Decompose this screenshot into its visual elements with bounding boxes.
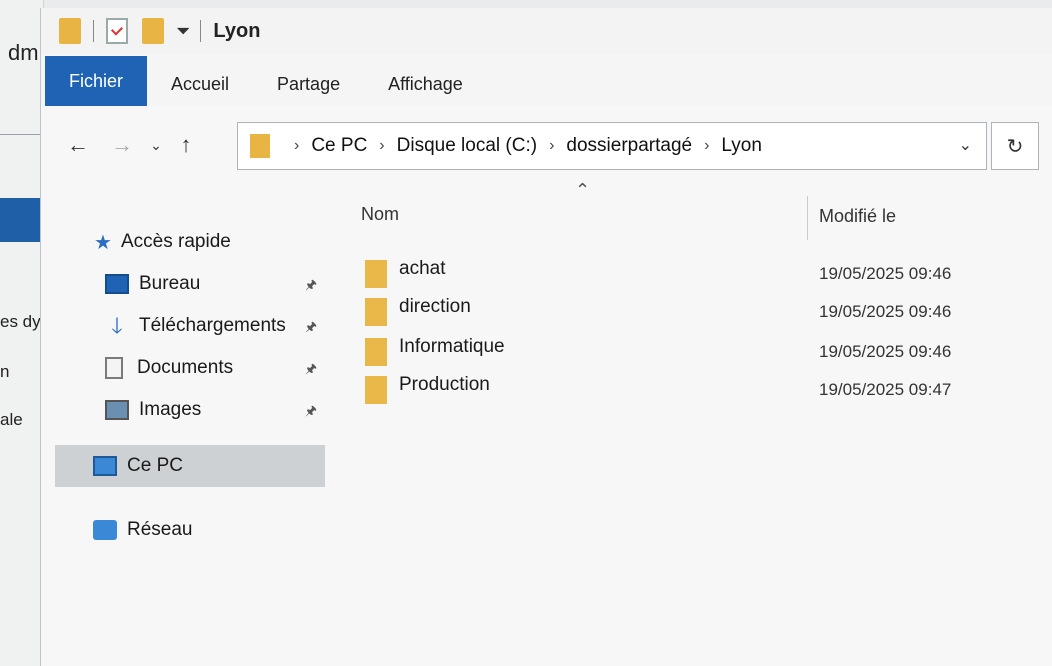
title-bar: ⏷ Lyon	[41, 8, 1052, 54]
download-icon: 🡓	[111, 313, 123, 338]
column-divider[interactable]	[807, 196, 808, 240]
star-icon: ★	[94, 231, 112, 254]
nav-item-telechargements[interactable]: 🡓 Téléchargements	[105, 310, 286, 342]
chevron-right-icon[interactable]: ›	[294, 137, 299, 155]
network-icon	[93, 520, 117, 540]
folder-icon	[59, 18, 81, 44]
tab-partage[interactable]: Partage	[253, 62, 364, 106]
file-row[interactable]: Informatique 19/05/2025 09:46	[365, 334, 1005, 368]
nav-item-label: Images	[139, 399, 202, 420]
address-row: ← → ⌄ ↑ › Ce PC › Disque local (C:) › do…	[41, 116, 1052, 174]
ribbon-tabs: Fichier Accueil Partage Affichage	[41, 54, 1052, 106]
nav-item-label: Ce PC	[127, 455, 183, 476]
nav-item-reseau[interactable]: Réseau	[93, 514, 193, 546]
chevron-right-icon[interactable]: ›	[379, 137, 384, 155]
background-selection	[0, 198, 40, 242]
folder-icon	[250, 134, 270, 158]
pin-icon[interactable]: 🖈	[305, 276, 317, 298]
file-name: Informatique	[399, 336, 505, 357]
navigation-pane: ★ Accès rapide Bureau 🖈 🡓 Téléchargement…	[41, 188, 341, 666]
customize-toolbar-icon[interactable]: ⏷	[176, 21, 190, 42]
breadcrumb-ce-pc[interactable]: Ce PC	[311, 135, 367, 157]
column-header-modified[interactable]: Modifié le	[819, 206, 896, 227]
properties-icon[interactable]	[106, 18, 128, 44]
file-name: achat	[399, 258, 446, 279]
file-name: direction	[399, 296, 471, 317]
folder-icon	[365, 298, 387, 326]
address-bar[interactable]: › Ce PC › Disque local (C:) › dossierpar…	[237, 122, 987, 170]
toolbar-separator	[200, 20, 202, 42]
nav-item-label: Accès rapide	[121, 231, 231, 252]
background-text-2: n	[0, 362, 10, 381]
computer-icon	[93, 456, 117, 476]
documents-icon	[105, 357, 123, 379]
nav-item-acces-rapide[interactable]: ★ Accès rapide	[91, 226, 231, 258]
nav-item-label: Documents	[137, 357, 234, 378]
background-text-1: es dy	[0, 312, 41, 331]
recent-locations-chevron-icon[interactable]: ⌄	[145, 137, 167, 154]
background-text-3: ale	[0, 410, 23, 429]
chevron-right-icon[interactable]: ›	[704, 137, 709, 155]
desktop-icon	[105, 274, 129, 294]
nav-item-label: Bureau	[139, 273, 201, 294]
up-arrow-icon[interactable]: ↑	[171, 132, 201, 158]
tab-fichier[interactable]: Fichier	[45, 56, 148, 106]
nav-item-label: Téléchargements	[139, 315, 286, 336]
pin-icon[interactable]: 🖈	[305, 360, 317, 382]
file-modified-date: 19/05/2025 09:46	[819, 342, 952, 361]
folder-icon	[365, 260, 387, 288]
folder-icon	[365, 376, 387, 404]
images-icon	[105, 400, 129, 420]
nav-item-bureau[interactable]: Bureau	[105, 268, 200, 300]
file-list: ⌃ Nom Modifié le achat 19/05/2025 09:46 …	[341, 178, 1052, 666]
file-modified-date: 19/05/2025 09:46	[819, 264, 952, 283]
file-row[interactable]: achat 19/05/2025 09:46	[365, 256, 1005, 290]
tab-affichage[interactable]: Affichage	[364, 62, 487, 106]
file-modified-date: 19/05/2025 09:47	[819, 380, 952, 399]
pin-icon[interactable]: 🖈	[305, 402, 317, 424]
nav-item-ce-pc[interactable]: Ce PC	[93, 450, 183, 482]
refresh-icon[interactable]: ↻	[991, 122, 1039, 170]
file-name: Production	[399, 374, 490, 395]
tab-accueil[interactable]: Accueil	[147, 62, 253, 106]
background-divider	[0, 134, 40, 135]
nav-item-images[interactable]: Images	[105, 394, 201, 426]
background-window-title: dm	[8, 40, 39, 65]
window-title: Lyon	[213, 19, 261, 42]
nav-item-documents[interactable]: Documents	[105, 352, 233, 384]
sort-ascending-icon: ⌃	[575, 180, 591, 200]
breadcrumb-dossierpartage[interactable]: dossierpartagé	[566, 135, 692, 157]
nav-item-label: Réseau	[127, 519, 193, 540]
forward-arrow-icon[interactable]: →	[107, 132, 137, 158]
column-header-name[interactable]: Nom	[361, 204, 399, 225]
file-row[interactable]: Production 19/05/2025 09:47	[365, 372, 1005, 406]
chevron-down-icon[interactable]: ⌄	[959, 135, 972, 155]
file-row[interactable]: direction 19/05/2025 09:46	[365, 294, 1005, 328]
breadcrumb-lyon[interactable]: Lyon	[721, 135, 762, 157]
new-folder-icon[interactable]	[142, 18, 164, 44]
file-modified-date: 19/05/2025 09:46	[819, 302, 952, 321]
folder-icon	[365, 338, 387, 366]
pin-icon[interactable]: 🖈	[305, 318, 317, 340]
back-arrow-icon[interactable]: ←	[63, 132, 93, 158]
toolbar-separator	[93, 20, 94, 42]
breadcrumb-disque-local[interactable]: Disque local (C:)	[397, 135, 537, 157]
file-explorer-window: ⏷ Lyon Fichier Accueil Partage Affichage…	[40, 8, 1052, 666]
background-window: dm es dy n ale	[0, 0, 44, 666]
chevron-right-icon[interactable]: ›	[549, 137, 554, 155]
